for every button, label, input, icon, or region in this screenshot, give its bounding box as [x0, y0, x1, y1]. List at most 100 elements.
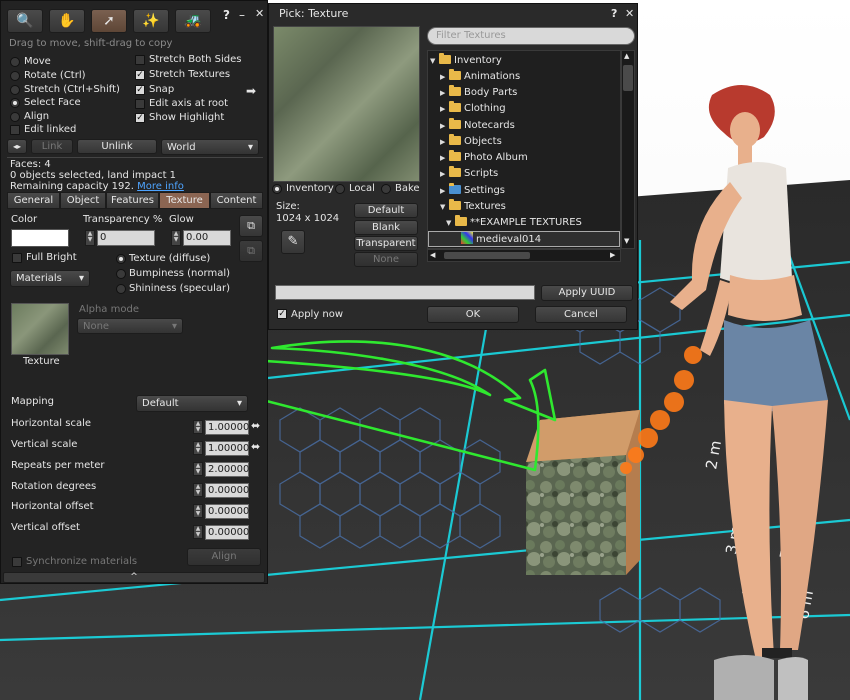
tab-content[interactable]: Content	[210, 192, 263, 209]
filter-textures-input[interactable]: Filter Textures	[427, 27, 635, 45]
collapse-bar[interactable]: ^	[3, 572, 265, 583]
source-bake-radio[interactable]	[381, 184, 391, 194]
transparency-input[interactable]: 0	[97, 230, 155, 246]
expand-arrow-icon[interactable]: ▶	[440, 118, 449, 134]
texture-diffuse-radio[interactable]	[116, 254, 126, 264]
default-button[interactable]: Default	[354, 203, 418, 218]
none-button[interactable]: None	[354, 252, 418, 267]
mode-radio-align[interactable]	[10, 112, 20, 122]
focus-icon[interactable]: 🔍	[7, 9, 43, 33]
move-hand-icon[interactable]: ✋	[49, 9, 85, 33]
align-button[interactable]: Align	[187, 548, 261, 566]
stretch-both-sides-checkbox[interactable]	[135, 55, 145, 65]
cancel-button[interactable]: Cancel	[535, 306, 627, 323]
link-prev-icon[interactable]: ◂▸	[7, 139, 27, 154]
flip-arrows-icon[interactable]: ⬌	[251, 419, 260, 432]
expand-arrow-icon[interactable]: ▼	[446, 215, 455, 231]
param-input[interactable]: 0.00000	[205, 504, 249, 519]
expand-arrow-icon[interactable]: ▶	[440, 134, 449, 150]
apply-now-checkbox[interactable]: ✓	[277, 309, 287, 319]
expand-arrow-icon[interactable]: ▶	[440, 101, 449, 117]
tree-item[interactable]: ▶ Clothing	[440, 101, 506, 117]
expand-arrow-icon[interactable]: ▶	[440, 69, 449, 85]
tree-item[interactable]: ▼ Textures	[440, 199, 506, 215]
tree-hscrollbar[interactable]: ◀ ▶	[427, 249, 621, 262]
show-highlight-checkbox[interactable]: ✓	[135, 113, 145, 123]
edit-linked-checkbox[interactable]	[10, 125, 20, 135]
color-swatch[interactable]	[11, 229, 69, 247]
edit-axis-root-checkbox[interactable]	[135, 99, 145, 109]
expand-arrow-icon[interactable]: ▶	[440, 85, 449, 101]
ruler-mode-select[interactable]: World ▾	[161, 139, 259, 155]
minimize-button[interactable]: –	[239, 8, 245, 22]
sync-materials-checkbox[interactable]	[12, 557, 22, 567]
close-button[interactable]: ✕	[255, 7, 264, 20]
full-bright-checkbox[interactable]	[12, 253, 22, 263]
scroll-left-icon[interactable]: ◀	[430, 251, 435, 259]
tree-item[interactable]: ▼ **EXAMPLE TEXTURES	[446, 215, 582, 231]
expand-arrow-icon[interactable]: ▼	[430, 53, 439, 69]
param-stepper[interactable]: ▲ ▼	[193, 525, 203, 539]
tree-item-selected[interactable]: medieval014	[428, 231, 620, 247]
tree-item[interactable]: ▶ Body Parts	[440, 85, 517, 101]
alpha-mode-select[interactable]: None ▾	[77, 318, 183, 334]
help-button[interactable]: ?	[223, 8, 230, 22]
scroll-down-icon[interactable]: ▼	[624, 237, 629, 245]
tree-vscrollbar[interactable]: ▲ ▼	[621, 50, 635, 249]
snap-checkbox[interactable]: ✓	[135, 85, 145, 95]
texture-swatch[interactable]	[11, 303, 69, 355]
tree-item[interactable]: ▶ Animations	[440, 69, 520, 85]
picker-help-button[interactable]: ?	[611, 7, 617, 20]
glow-stepper[interactable]: ▲ ▼	[171, 230, 181, 246]
transparency-stepper[interactable]: ▲ ▼	[85, 230, 95, 246]
blank-button[interactable]: Blank	[354, 220, 418, 235]
scroll-thumb[interactable]	[623, 65, 633, 91]
param-input[interactable]: 0.00000	[205, 525, 249, 540]
unlink-button[interactable]: Unlink	[77, 139, 157, 154]
scroll-hthumb[interactable]	[444, 252, 530, 259]
expand-arrow-icon[interactable]: ▼	[440, 199, 449, 215]
land-bulldozer-icon[interactable]: 🚜	[175, 9, 211, 33]
edit-arrow-icon[interactable]: ➚	[91, 9, 127, 33]
flip-arrows-icon[interactable]: ⬌	[251, 440, 260, 453]
expand-arrow-icon[interactable]: ▶	[440, 150, 449, 166]
expand-arrow-icon[interactable]: ▶	[440, 183, 449, 199]
mapping-select[interactable]: Default ▾	[136, 395, 248, 412]
param-stepper[interactable]: ▲ ▼	[193, 462, 203, 476]
source-inventory-radio[interactable]	[272, 184, 282, 194]
uuid-input[interactable]	[275, 285, 535, 300]
tab-object[interactable]: Object	[60, 192, 106, 209]
materials-select[interactable]: Materials ▾	[10, 270, 90, 287]
param-stepper[interactable]: ▲ ▼	[193, 483, 203, 497]
tab-general[interactable]: General	[7, 192, 60, 209]
expand-arrow-icon[interactable]: ▶	[440, 166, 449, 182]
shininess-radio[interactable]	[116, 284, 126, 294]
paste-params-icon[interactable]: ⧉	[239, 240, 263, 262]
picker-close-button[interactable]: ✕	[625, 7, 634, 20]
tab-features[interactable]: Features	[106, 192, 159, 209]
create-wand-icon[interactable]: ✨	[133, 9, 169, 33]
stretch-textures-checkbox[interactable]: ✓	[135, 70, 145, 80]
tree-item[interactable]: ▼ Inventory	[430, 53, 502, 69]
tree-item[interactable]: ▶ Objects	[440, 134, 502, 150]
ok-button[interactable]: OK	[427, 306, 519, 323]
more-info-link[interactable]: More info	[137, 181, 184, 192]
param-input[interactable]: 1.00000	[205, 441, 249, 456]
mode-radio-stretch[interactable]	[10, 85, 20, 95]
mode-radio-select-face[interactable]	[10, 98, 20, 108]
mode-radio-rotate[interactable]	[10, 71, 20, 81]
param-input[interactable]: 2.00000	[205, 462, 249, 477]
param-stepper[interactable]: ▲ ▼	[193, 420, 203, 434]
param-stepper[interactable]: ▲ ▼	[193, 441, 203, 455]
copy-params-icon[interactable]: ⧉	[239, 215, 263, 237]
snap-options-arrow-icon[interactable]: ➡	[246, 84, 256, 98]
glow-input[interactable]: 0.00	[183, 230, 231, 246]
param-stepper[interactable]: ▲ ▼	[193, 504, 203, 518]
tree-item[interactable]: ▶ Scripts	[440, 166, 498, 182]
tree-item[interactable]: ▶ Notecards	[440, 118, 515, 134]
tree-item[interactable]: ▶ Photo Album	[440, 150, 528, 166]
mode-radio-move[interactable]	[10, 57, 20, 67]
param-input[interactable]: 1.00000	[205, 420, 249, 435]
tree-item[interactable]: ▶ Settings	[440, 183, 505, 199]
eyedropper-icon[interactable]: ✎	[281, 230, 305, 254]
